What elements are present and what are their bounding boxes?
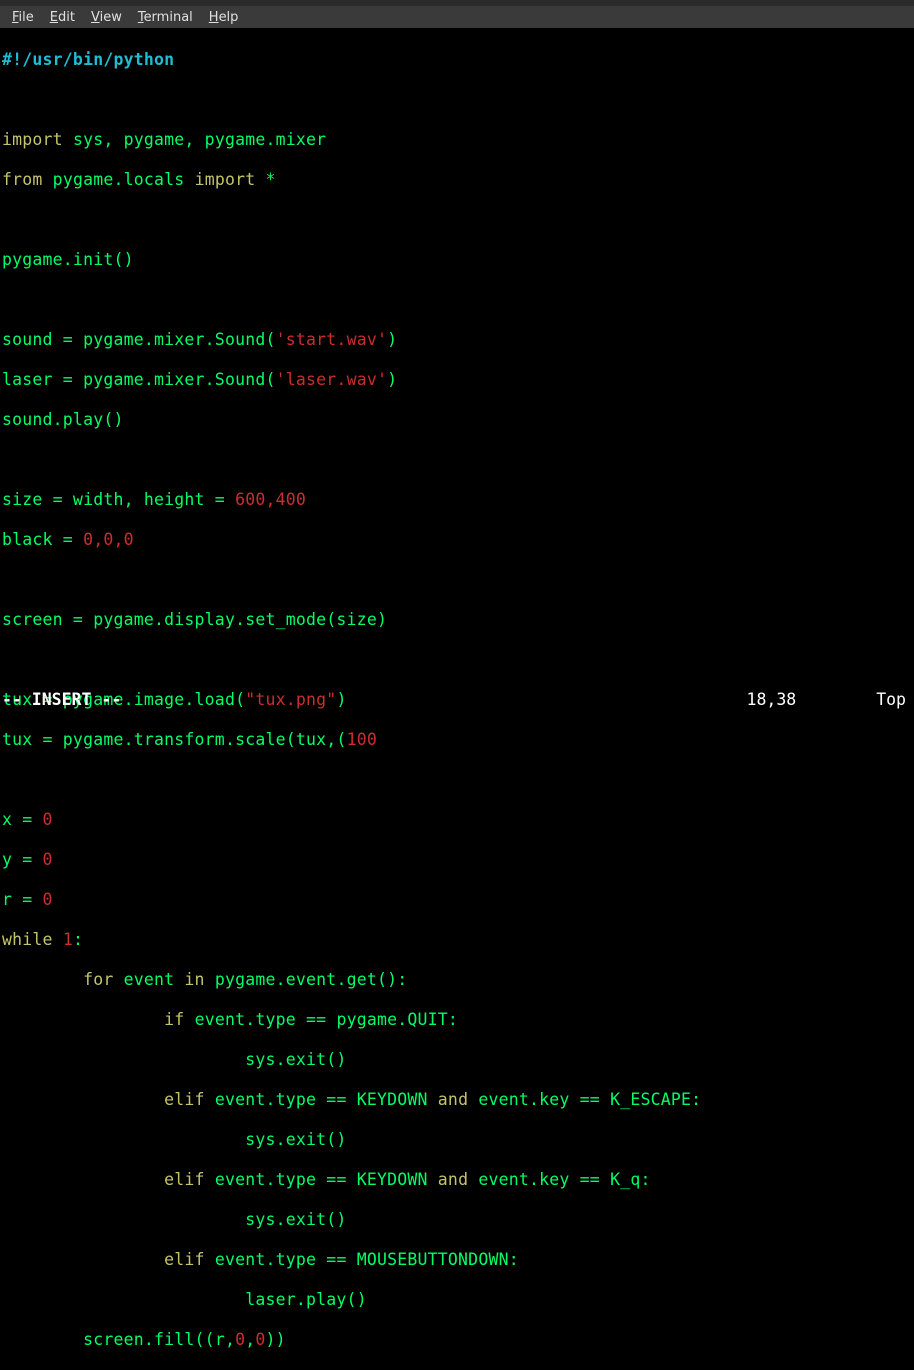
code-line [2, 290, 912, 310]
keyword: elif [164, 1250, 205, 1269]
number-literal: 0,0,0 [83, 530, 134, 549]
code-line: pygame.init() [2, 250, 912, 270]
menu-terminal[interactable]: Terminal [130, 8, 201, 27]
keyword: in [184, 970, 204, 989]
code-line: sys.exit() [2, 1210, 912, 1230]
code-line [2, 210, 912, 230]
keyword: while [2, 930, 53, 949]
code-line: tux = pygame.transform.scale(tux,(100 [2, 730, 912, 750]
number-literal: 100 [347, 730, 377, 749]
number-literal: 600,400 [235, 490, 306, 509]
menu-help[interactable]: Help [201, 8, 247, 27]
code-line: black = 0,0,0 [2, 530, 912, 550]
code-line [2, 650, 912, 670]
string-literal: start.wav [286, 330, 377, 349]
code-line: for event in pygame.event.get(): [2, 970, 912, 990]
keyword: elif [164, 1170, 205, 1189]
menu-view[interactable]: View [83, 8, 130, 27]
code-line: screen.fill((r,0,0)) [2, 1330, 912, 1350]
code-line: sys.exit() [2, 1050, 912, 1070]
keyword: and [438, 1170, 468, 1189]
code-line: laser = pygame.mixer.Sound('laser.wav') [2, 370, 912, 390]
code-line: sound.play() [2, 410, 912, 430]
vim-mode: -- INSERT -- [2, 690, 121, 710]
code-line: x = 0 [2, 810, 912, 830]
keyword: import [2, 130, 63, 149]
code-line [2, 570, 912, 590]
shebang: #!/usr/bin/python [2, 50, 174, 69]
vim-scroll-position: Top [876, 690, 912, 710]
code-line: while 1: [2, 930, 912, 950]
code-line: sound = pygame.mixer.Sound('start.wav') [2, 330, 912, 350]
vim-cursor-position: 18,38 [747, 690, 877, 710]
menu-file[interactable]: File [4, 8, 42, 27]
code-line: size = width, height = 600,400 [2, 490, 912, 510]
keyword: for [83, 970, 113, 989]
code-line: sys.exit() [2, 1130, 912, 1150]
code-line: elif event.type == KEYDOWN and event.key… [2, 1090, 912, 1110]
code-line [2, 90, 912, 110]
code-line: elif event.type == KEYDOWN and event.key… [2, 1170, 912, 1190]
code-line: if event.type == pygame.QUIT: [2, 1010, 912, 1030]
code-line [2, 450, 912, 470]
keyword: if [164, 1010, 184, 1029]
code-line [2, 770, 912, 790]
code-line: import sys, pygame, pygame.mixer [2, 130, 912, 150]
code-line: laser.play() [2, 1290, 912, 1310]
code-line: elif event.type == MOUSEBUTTONDOWN: [2, 1250, 912, 1270]
code-line: from pygame.locals import * [2, 170, 912, 190]
string-literal: laser.wav [286, 370, 377, 389]
code-line: #!/usr/bin/python [2, 50, 912, 70]
menu-edit[interactable]: Edit [42, 8, 83, 27]
code-line: r = 0 [2, 890, 912, 910]
keyword: elif [164, 1090, 205, 1109]
keyword: from [2, 170, 43, 189]
vim-statusbar: -- INSERT -- 18,38 Top [2, 690, 912, 710]
keyword: import [195, 170, 256, 189]
menubar: File Edit View Terminal Help [0, 6, 914, 28]
code-line: screen = pygame.display.set_mode(size) [2, 610, 912, 630]
code-line: y = 0 [2, 850, 912, 870]
keyword: and [438, 1090, 468, 1109]
